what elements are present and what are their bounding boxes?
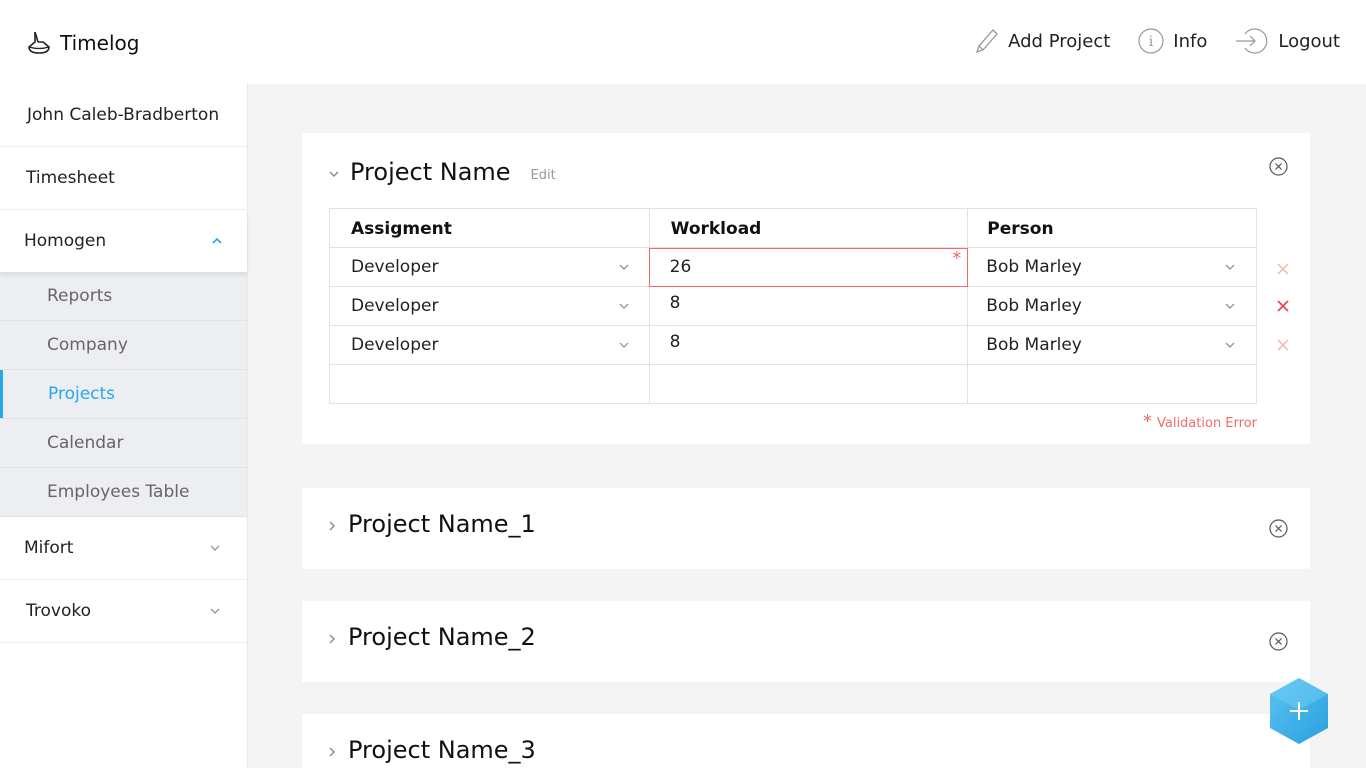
chevron-down-icon [1225,264,1235,270]
assignment-table: Assigment Workload Person Developer 26 *… [329,208,1257,404]
brand[interactable]: Timelog [26,29,139,57]
sidebar-item-label: Timesheet [26,168,115,188]
empty-cell[interactable] [648,364,969,404]
close-circle-icon[interactable] [1269,519,1288,538]
project-title: Project Name_3 [348,736,536,764]
table-empty-row [329,364,1257,404]
table-header-row: Assigment Workload Person [329,208,1257,248]
assignment-value: Developer [351,296,439,316]
edit-project-link[interactable]: Edit [531,168,556,183]
logout-button[interactable]: Logout [1235,27,1340,55]
workload-input[interactable]: 8 [648,286,969,326]
project-panel-collapsed[interactable]: Project Name_1 [302,488,1310,569]
column-header-assignment: Assigment [329,208,650,248]
add-fab-button[interactable] [1268,676,1330,746]
sidebar-item-timesheet[interactable]: Timesheet [0,147,247,210]
sidebar: John Caleb-Bradberton Timesheet Homogen … [0,84,248,768]
project-panel-collapsed[interactable]: Project Name_2 [302,601,1310,682]
add-project-label: Add Project [1008,30,1111,52]
table-row: Developer 8 Bob Marley [329,325,1257,365]
chevron-right-icon[interactable] [326,633,338,645]
workload-value: 8 [669,332,681,352]
add-project-button[interactable]: Add Project [973,27,1110,55]
person-select[interactable]: Bob Marley [967,286,1257,326]
sidebar-group-label: Mifort [24,538,74,558]
person-select[interactable]: Bob Marley [967,325,1257,365]
chevron-down-icon [619,264,629,270]
sidebar-item-employees-table[interactable]: Employees Table [0,468,247,517]
logo-icon [28,31,50,54]
person-value: Bob Marley [986,257,1082,277]
sidebar-group-label: Homogen [24,231,107,251]
required-marker: * [952,248,962,269]
empty-cell[interactable] [329,364,650,404]
info-label: Info [1173,30,1208,52]
column-header-person: Person [967,208,1257,248]
delete-x-icon[interactable] [1277,339,1289,351]
project-title: Project Name_2 [348,623,536,651]
project-panel: Project Name Edit Assigment Workload Per… [302,133,1310,444]
sidebar-group-label: Trovoko [26,601,92,621]
chevron-down-icon [1225,303,1235,309]
sidebar-group-mifort[interactable]: Mifort [0,517,247,580]
workload-input[interactable]: 8 [648,325,969,365]
column-header-workload: Workload [648,208,969,248]
project-header: Project Name_2 [326,623,536,651]
pencil-icon [976,29,999,54]
svg-text:i: i [1149,34,1154,50]
assignment-select[interactable]: Developer [329,286,650,326]
required-marker: * [1142,411,1152,432]
validation-error: * Validation Error [1143,411,1257,432]
chevron-right-icon[interactable] [326,746,338,758]
top-nav: Add Project i Info Logout [945,27,1340,55]
project-header: Project Name Edit [328,158,556,186]
chevron-up-icon [212,237,222,244]
sidebar-item-reports[interactable]: Reports [0,272,247,321]
chevron-down-icon [619,303,629,309]
workload-value: 26 [669,257,692,277]
logout-label: Logout [1278,30,1340,52]
sidebar-group-trovoko[interactable]: Trovoko [0,580,247,643]
workload-input[interactable]: 26 * [648,247,969,287]
assignment-value: Developer [351,335,439,355]
assignment-value: Developer [351,257,439,277]
sidebar-item-calendar[interactable]: Calendar [0,419,247,468]
assignment-select[interactable]: Developer [329,325,650,365]
chevron-down-icon[interactable] [328,168,340,180]
table-row: Developer 8 Bob Marley [329,286,1257,326]
delete-x-icon[interactable] [1277,263,1289,275]
project-header: Project Name_1 [326,510,536,538]
table-row: Developer 26 * Bob Marley [329,247,1257,287]
top-bar: Timelog Add Project i Info Logout [0,0,1366,84]
close-circle-icon[interactable] [1269,632,1288,651]
empty-cell[interactable] [967,364,1257,404]
chevron-down-icon [1225,342,1235,348]
chevron-down-icon [619,342,629,348]
project-header: Project Name_3 [326,736,536,764]
app-title: Timelog [60,31,140,55]
sidebar-item-projects[interactable]: Projects [0,370,247,419]
project-title: Project Name_1 [348,510,536,538]
info-button[interactable]: i Info [1138,28,1207,54]
chevron-down-icon [210,545,220,551]
validation-error-text: Validation Error [1156,416,1257,431]
info-icon: i [1138,28,1164,54]
project-panel-collapsed[interactable]: Project Name_3 [302,714,1310,768]
sidebar-user-name[interactable]: John Caleb-Bradberton [0,84,247,147]
chevron-down-icon [210,608,220,614]
person-value: Bob Marley [986,296,1082,316]
project-title: Project Name [350,158,511,186]
logout-icon [1236,28,1268,54]
person-value: Bob Marley [986,335,1082,355]
assignment-select[interactable]: Developer [329,247,650,287]
workload-value: 8 [669,293,681,313]
delete-x-icon[interactable] [1277,300,1289,312]
sidebar-submenu-homogen: Reports Company Projects Calendar Employ… [0,272,247,517]
sidebar-item-company[interactable]: Company [0,321,247,370]
person-select[interactable]: Bob Marley [967,247,1257,287]
sidebar-group-homogen[interactable]: Homogen [0,210,247,272]
close-circle-icon[interactable] [1269,157,1288,176]
chevron-right-icon[interactable] [326,520,338,532]
